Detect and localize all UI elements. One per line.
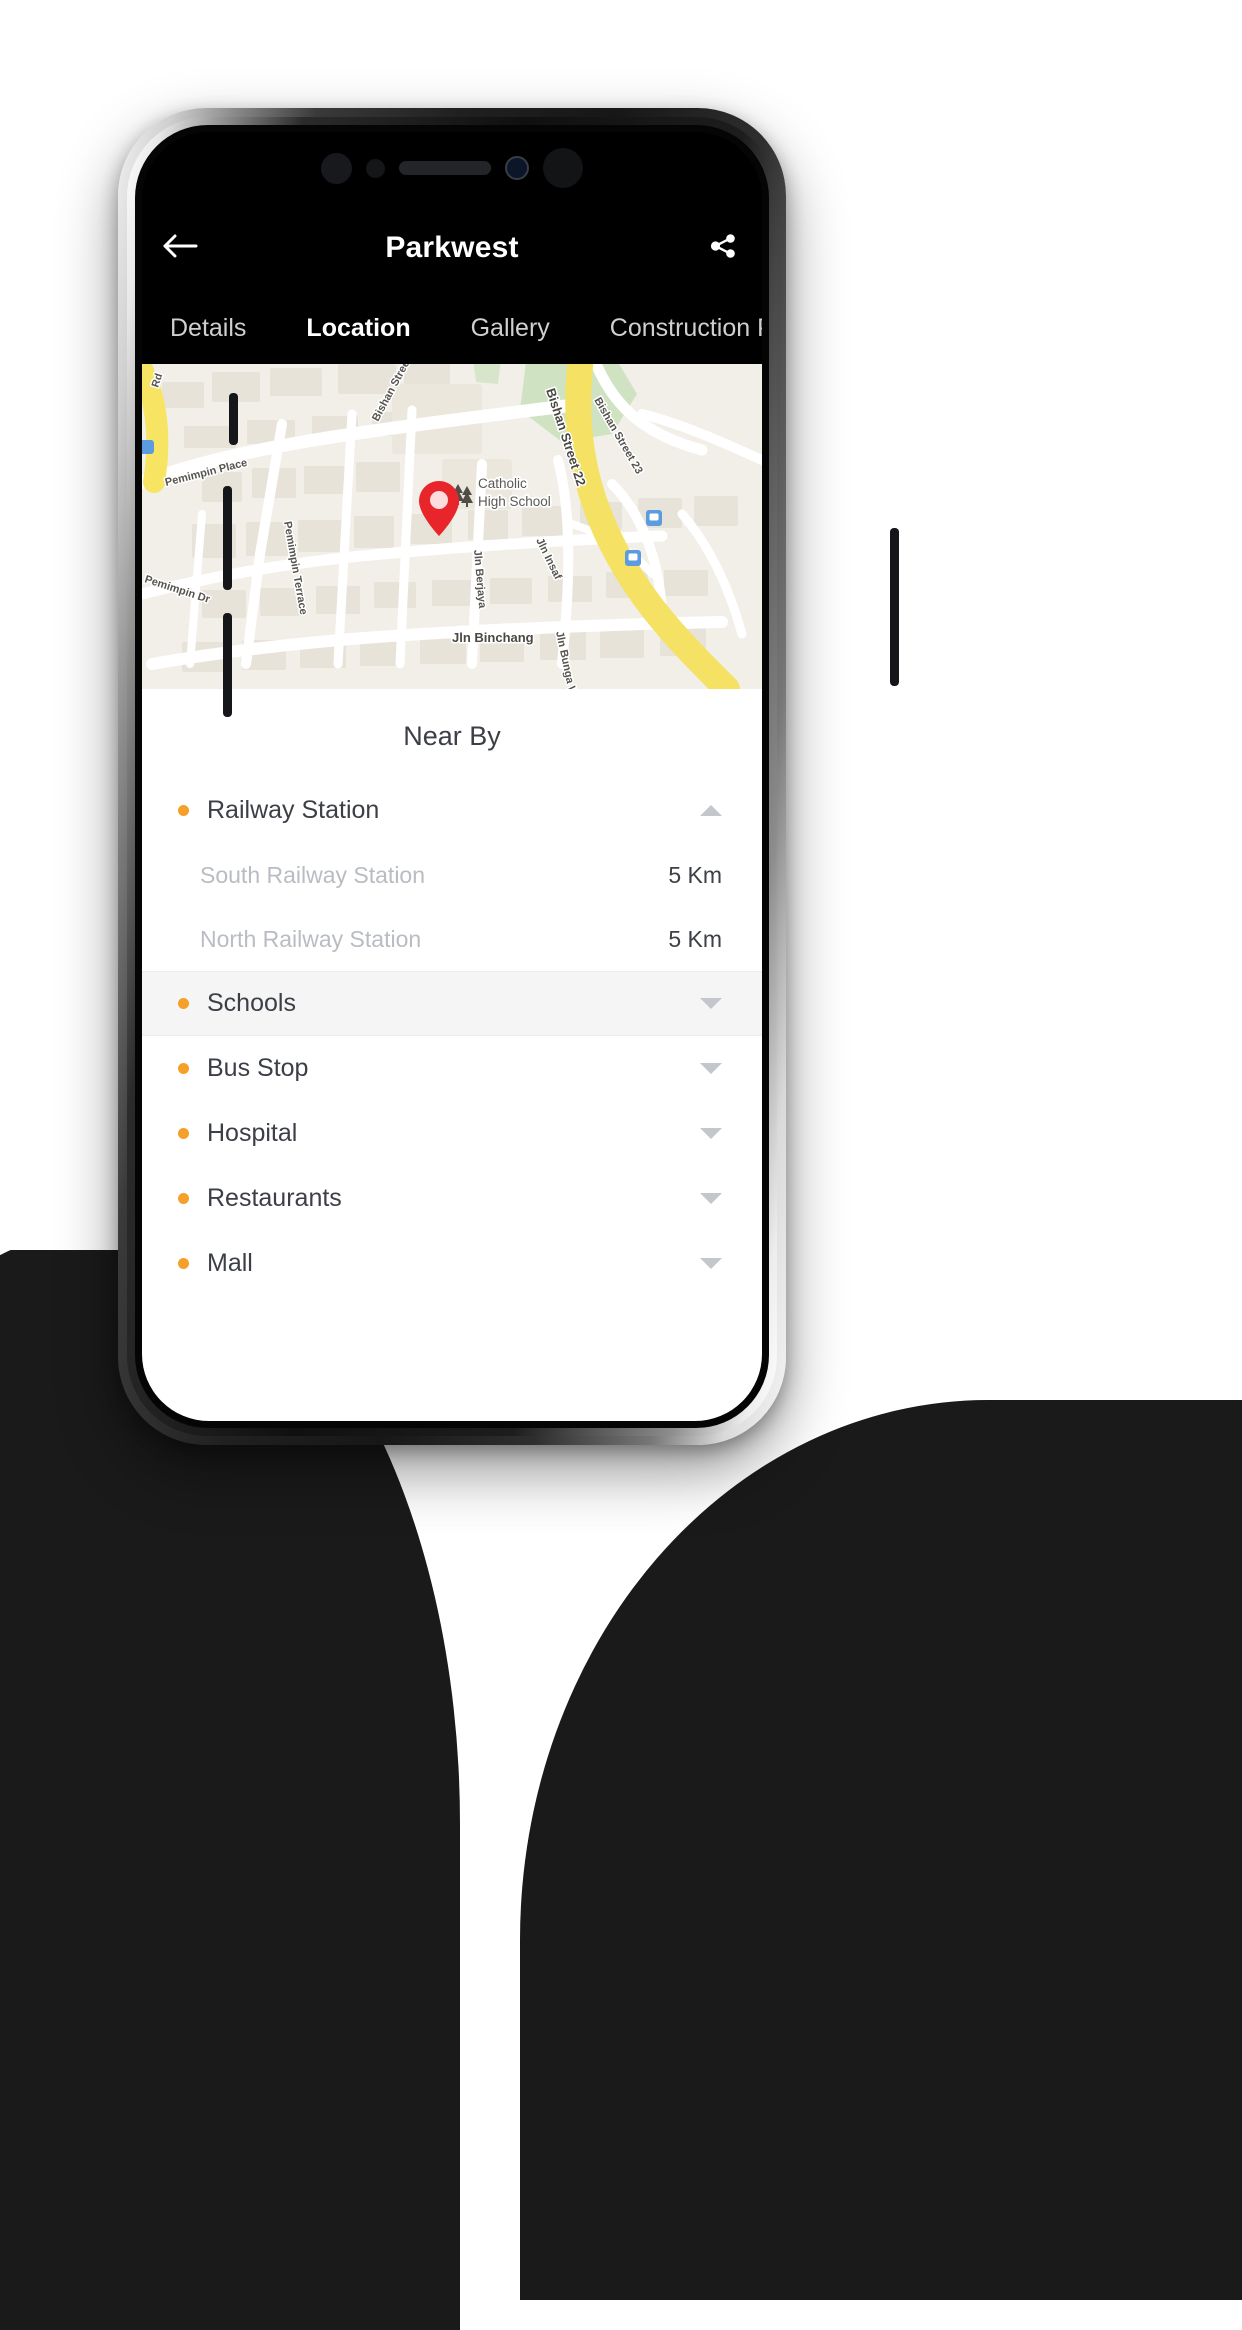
bullet-icon xyxy=(178,1258,189,1269)
nearby-category-label: Mall xyxy=(207,1249,253,1277)
bullet-icon xyxy=(178,1063,189,1074)
nearby-panel: Near By Railway Station South Railway St… xyxy=(142,689,762,1421)
chevron-up-icon xyxy=(700,805,722,816)
nearby-sub-distance: 5 Km xyxy=(668,861,722,888)
device-button-power[interactable] xyxy=(890,528,899,686)
device-notch xyxy=(142,132,762,204)
ambient-light-sensor-icon xyxy=(366,158,385,178)
app-screen: Parkwest Details Location Gallery Constr… xyxy=(142,132,762,1421)
chevron-down-icon xyxy=(700,1128,722,1139)
chevron-down-icon xyxy=(700,1193,722,1204)
nearby-category-restaurants[interactable]: Restaurants xyxy=(142,1166,762,1231)
nearby-sub-item[interactable]: South Railway Station 5 Km xyxy=(142,843,762,907)
arrow-left-icon xyxy=(163,233,199,264)
device-screen-bezel: Parkwest Details Location Gallery Constr… xyxy=(142,132,762,1421)
phone-device: Parkwest Details Location Gallery Constr… xyxy=(118,108,899,1445)
chevron-down-icon xyxy=(700,1063,722,1074)
nearby-category-railway-station[interactable]: Railway Station xyxy=(142,778,762,843)
bullet-icon xyxy=(178,1128,189,1139)
bullet-icon xyxy=(178,998,189,1009)
nearby-category-hospital[interactable]: Hospital xyxy=(142,1101,762,1166)
nearby-sub-name: South Railway Station xyxy=(200,861,426,888)
bullet-icon xyxy=(178,805,189,816)
device-button-silent[interactable] xyxy=(229,393,238,445)
device-button-volume-up[interactable] xyxy=(223,486,232,590)
chevron-down-icon xyxy=(700,1258,722,1269)
app-header: Parkwest xyxy=(142,204,762,292)
nearby-category-bus-stop[interactable]: Bus Stop xyxy=(142,1036,762,1101)
tab-bar[interactable]: Details Location Gallery Construction Pr… xyxy=(142,292,762,364)
nearby-category-label: Railway Station xyxy=(207,796,380,824)
depth-sensor-icon xyxy=(543,148,583,188)
nearby-category-label: Bus Stop xyxy=(207,1054,309,1082)
nearby-category-label: Hospital xyxy=(207,1119,298,1147)
background-blob-right xyxy=(520,1400,1242,2300)
tab-location[interactable]: Location xyxy=(306,314,410,343)
nearby-category-label: Schools xyxy=(207,989,296,1017)
earpiece-speaker xyxy=(399,161,491,175)
svg-text:Jln Binchang: Jln Binchang xyxy=(452,630,534,645)
share-icon xyxy=(709,232,737,265)
nearby-category-schools[interactable]: Schools xyxy=(142,971,762,1036)
tab-gallery[interactable]: Gallery xyxy=(471,314,550,343)
nearby-sub-name: North Railway Station xyxy=(200,925,422,952)
svg-text:Catholic: Catholic xyxy=(478,476,527,491)
tab-construction-progress[interactable]: Construction Pro xyxy=(610,314,762,343)
nearby-category-label: Restaurants xyxy=(207,1184,342,1212)
nearby-title: Near By xyxy=(403,721,501,751)
page-title: Parkwest xyxy=(385,231,519,264)
share-button[interactable] xyxy=(684,204,762,292)
back-button[interactable] xyxy=(142,204,220,292)
tab-details[interactable]: Details xyxy=(170,314,246,343)
proximity-sensor-icon xyxy=(321,152,352,184)
device-button-volume-down[interactable] xyxy=(223,613,232,717)
svg-text:High School: High School xyxy=(478,494,551,509)
bullet-icon xyxy=(178,1193,189,1204)
nearby-sub-item[interactable]: North Railway Station 5 Km xyxy=(142,907,762,971)
nearby-category-mall[interactable]: Mall xyxy=(142,1231,762,1296)
front-camera-icon xyxy=(505,156,529,180)
nearby-sub-distance: 5 Km xyxy=(668,925,722,952)
chevron-down-icon xyxy=(700,998,722,1009)
